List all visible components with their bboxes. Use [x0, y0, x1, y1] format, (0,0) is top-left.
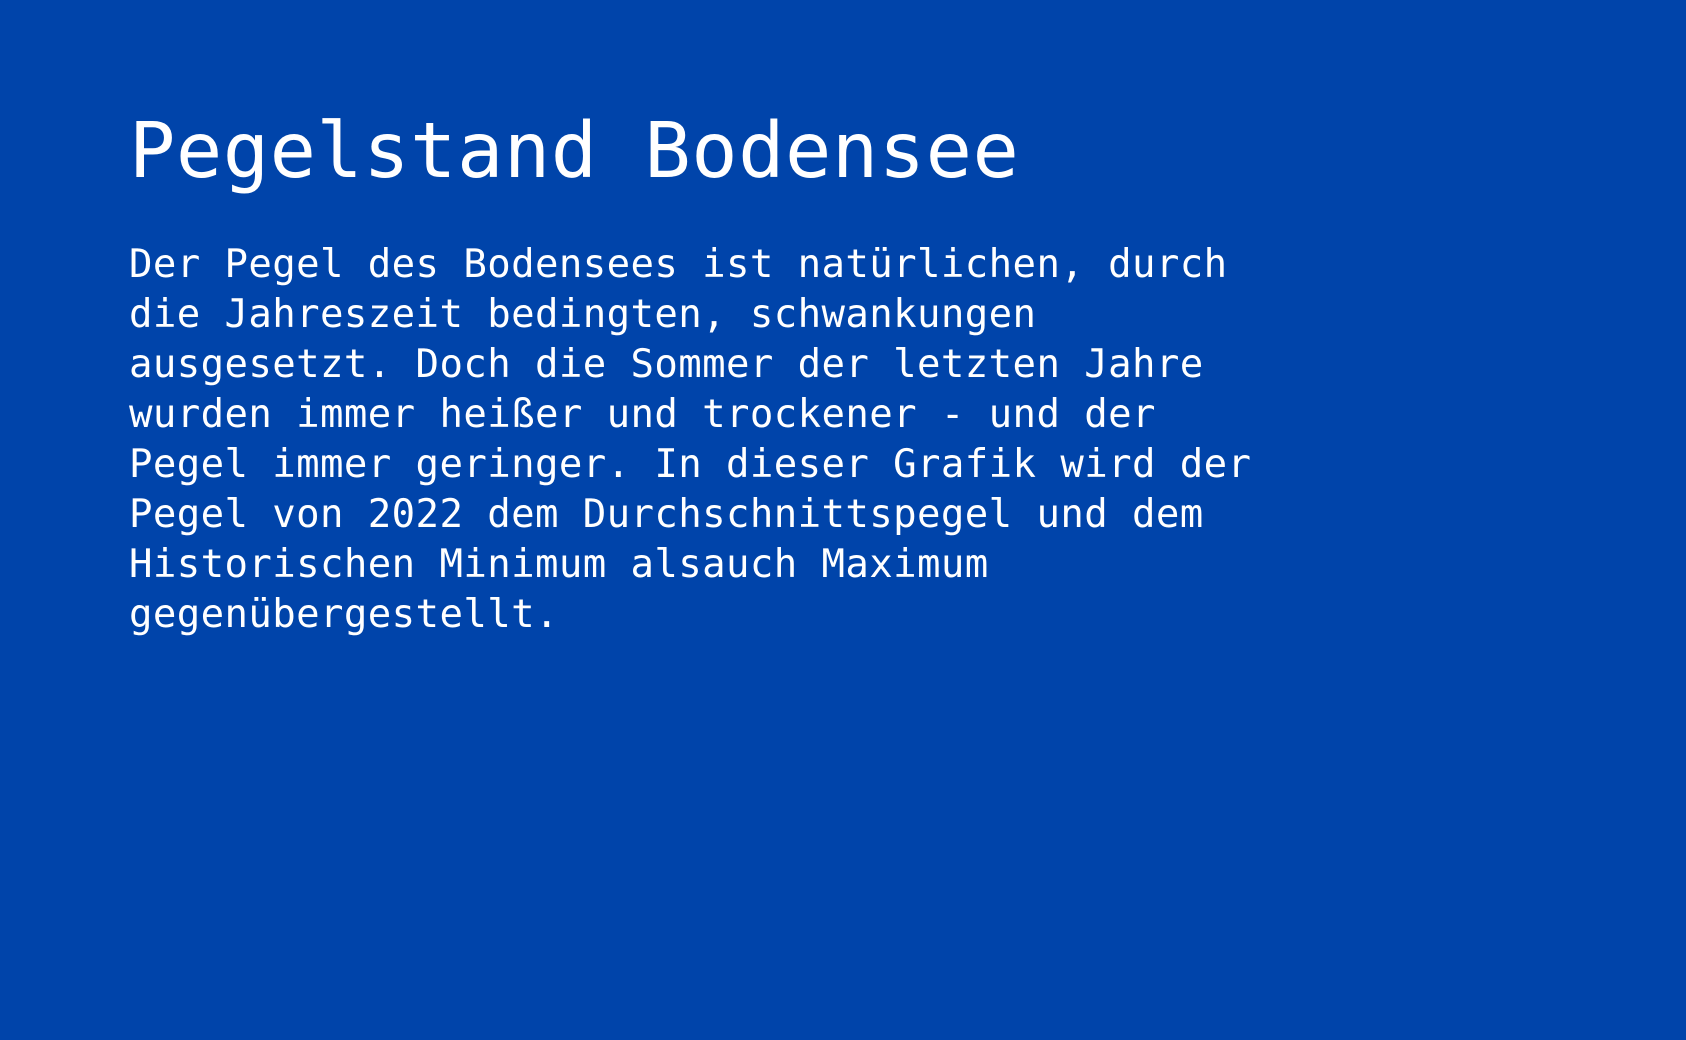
intro-line: gegenübergestellt. — [129, 592, 559, 637]
intro-paragraph: Der Pegel des Bodensees ist natürlichen,… — [129, 240, 1309, 640]
intro-line: die Jahreszeit bedingten, schwankungen — [129, 292, 1037, 337]
intro-line: Historischen Minimum alsauch Maximum — [129, 542, 989, 587]
intro-line: Pegel immer geringer. In dieser Grafik w… — [129, 442, 1252, 487]
intro-line: Pegel von 2022 dem Durchschnittspegel un… — [129, 492, 1204, 537]
intro-page: Pegelstand Bodensee Der Pegel des Bodens… — [0, 0, 1686, 1040]
page-title: Pegelstand Bodensee — [129, 107, 1020, 196]
intro-line: Der Pegel des Bodensees ist natürlichen,… — [129, 242, 1228, 287]
intro-line: ausgesetzt. Doch die Sommer der letzten … — [129, 342, 1204, 387]
intro-line: wurden immer heißer und trockener - und … — [129, 392, 1156, 437]
